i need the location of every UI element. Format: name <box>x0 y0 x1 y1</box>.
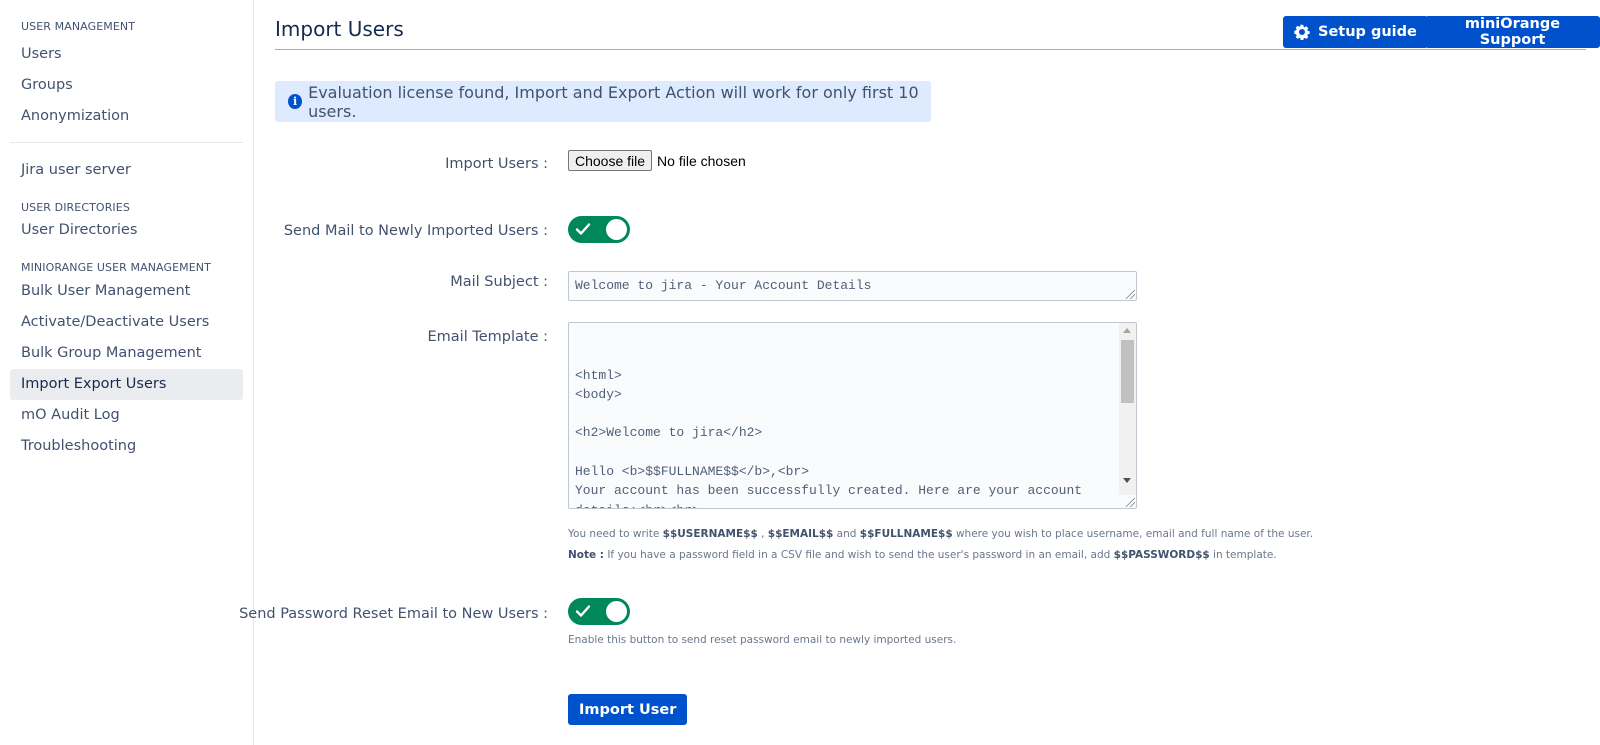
template-scrollbar[interactable] <box>1119 323 1136 495</box>
sidebar-heading-user-directories: USER DIRECTORIES <box>21 201 130 214</box>
banner-text: Evaluation license found, Import and Exp… <box>308 82 919 121</box>
resize-handle[interactable] <box>1126 498 1135 507</box>
setup-guide-label: Setup guide <box>1318 24 1417 40</box>
sidebar-item-bulk-group-management[interactable]: Bulk Group Management <box>10 338 243 369</box>
sidebar-item-activate-deactivate-users[interactable]: Activate/Deactivate Users <box>10 307 243 338</box>
import-user-button[interactable]: Import User <box>568 694 688 725</box>
toggle-knob <box>606 601 627 622</box>
note-label: Note : <box>568 549 604 561</box>
help-text: You need to write <box>568 528 663 540</box>
title-divider <box>275 49 1586 50</box>
scroll-up-arrow-icon[interactable] <box>1123 328 1131 333</box>
sidebar-item-users[interactable]: Users <box>10 39 243 70</box>
main-content: Import Users Setup guide miniOrange Supp… <box>239 0 1600 745</box>
setup-guide-button[interactable]: Setup guide <box>1283 16 1428 48</box>
toggle-knob <box>606 219 627 240</box>
fullname-placeholder: $$FULLNAME$$ <box>859 528 953 540</box>
password-reset-label: Send Password Reset Email to New Users : <box>239 606 548 622</box>
email-placeholder: $$EMAIL$$ <box>767 528 834 540</box>
password-reset-toggle[interactable] <box>568 598 630 625</box>
sidebar-divider <box>10 142 243 143</box>
password-reset-help: Enable this button to send reset passwor… <box>568 634 957 646</box>
template-note-text: Note : If you have a password field in a… <box>568 549 1277 561</box>
email-template-textarea[interactable]: <html> <body> <h2>Welcome to jira</h2> H… <box>568 322 1137 509</box>
help-text: and <box>833 528 860 540</box>
sidebar-item-jira-user-server[interactable]: Jira user server <box>10 155 243 186</box>
sidebar-item-import-export-users[interactable]: Import Export Users <box>10 369 243 400</box>
check-icon <box>575 605 591 617</box>
sidebar-item-anonymization[interactable]: Anonymization <box>10 101 243 132</box>
sidebar-heading-miniorange-user-management: MINIORANGE USER MANAGEMENT <box>21 261 211 274</box>
sidebar: USER MANAGEMENT Users Groups Anonymizati… <box>0 0 254 745</box>
info-icon: i <box>288 94 303 109</box>
sidebar-item-groups[interactable]: Groups <box>10 70 243 101</box>
check-icon <box>575 223 591 235</box>
send-mail-toggle[interactable] <box>568 216 630 243</box>
sidebar-item-bulk-user-management[interactable]: Bulk User Management <box>10 276 243 307</box>
password-placeholder: $$PASSWORD$$ <box>1113 549 1210 561</box>
sidebar-heading-user-management: USER MANAGEMENT <box>21 20 136 33</box>
help-text: , <box>757 528 768 540</box>
help-text: in template. <box>1209 549 1277 561</box>
mail-subject-value: Welcome to jira - Your Account Details <box>575 278 872 293</box>
choose-file-button[interactable]: Choose file <box>568 150 653 171</box>
resize-handle[interactable] <box>1126 290 1135 299</box>
email-template-value: <html> <body> <h2>Welcome to jira</h2> H… <box>575 367 1083 508</box>
send-mail-label: Send Mail to Newly Imported Users : <box>283 223 548 239</box>
mail-subject-input[interactable]: Welcome to jira - Your Account Details <box>568 271 1137 301</box>
import-users-label: Import Users : <box>445 156 548 172</box>
email-template-label: Email Template : <box>427 329 549 345</box>
help-text: If you have a password field in a CSV fi… <box>604 549 1114 561</box>
sidebar-item-troubleshooting[interactable]: Troubleshooting <box>10 431 243 462</box>
scroll-thumb[interactable] <box>1121 340 1134 403</box>
sidebar-item-mo-audit-log[interactable]: mO Audit Log <box>10 400 243 431</box>
help-text: where you wish to place username, email … <box>952 528 1314 540</box>
mail-subject-label: Mail Subject : <box>450 274 548 290</box>
gear-icon <box>1294 24 1310 40</box>
file-input[interactable]: Choose file No file chosen <box>568 150 746 171</box>
template-help-text: You need to write $$USERNAME$$ , $$EMAIL… <box>568 528 1313 540</box>
page-title: Import Users <box>275 17 404 41</box>
scroll-down-arrow-icon[interactable] <box>1123 478 1131 483</box>
no-file-chosen-text: No file chosen <box>657 152 746 169</box>
license-info-banner: i Evaluation license found, Import and E… <box>275 81 931 122</box>
username-placeholder: $$USERNAME$$ <box>662 528 758 540</box>
sidebar-item-user-directories[interactable]: User Directories <box>10 216 243 244</box>
miniorange-support-button[interactable]: miniOrange Support <box>1425 16 1600 48</box>
